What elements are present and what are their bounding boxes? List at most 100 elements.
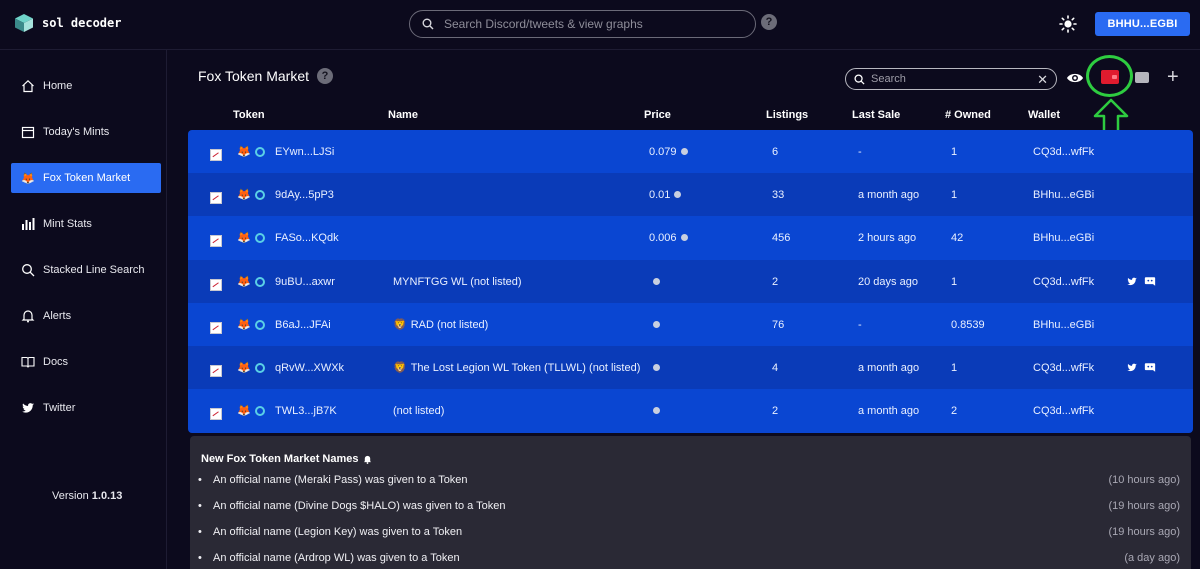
sidebar-item-label: Home bbox=[43, 80, 73, 92]
lion-icon: 🦁 bbox=[393, 319, 407, 331]
discord-icon[interactable] bbox=[1144, 362, 1156, 373]
token-table: 🦊 EYwn...LJSi 0.079 6 - 1 CQ3d...wfFk 🦊 … bbox=[188, 130, 1193, 433]
sidebar-item-label: Stacked Line Search bbox=[43, 264, 145, 276]
token-name-text: The Lost Legion WL Token (TLLWL) (not li… bbox=[410, 361, 641, 374]
sol-icon bbox=[680, 148, 688, 155]
token-wallet[interactable]: CQ3d...wfFk bbox=[1033, 260, 1094, 303]
bell-icon[interactable] bbox=[363, 454, 372, 464]
twitter-icon[interactable] bbox=[1126, 362, 1138, 373]
table-row[interactable]: 🦊 FASo...KQdk 0.006 456 2 hours ago 42 B… bbox=[188, 216, 1193, 259]
news-time: (19 hours ago) bbox=[1108, 500, 1180, 512]
token-owned: 42 bbox=[951, 231, 964, 244]
news-text: An official name (Ardrop WL) was given t… bbox=[213, 552, 460, 564]
token-last-sale: 2 hours ago bbox=[858, 231, 917, 244]
search-icon bbox=[422, 18, 434, 30]
table-header: Token Name Price Listings Last Sale # Ow… bbox=[188, 109, 1193, 125]
help-icon[interactable]: ? bbox=[317, 68, 334, 84]
token-price bbox=[649, 346, 660, 389]
panel-title: New Fox Token Market Names bbox=[201, 453, 372, 465]
sidebar-item-alerts[interactable]: Alerts bbox=[11, 301, 161, 331]
market-search-input[interactable] bbox=[871, 73, 1031, 85]
table-row[interactable]: 🦊 TWL3...jB7K (not listed) 2 a month ago… bbox=[188, 389, 1193, 432]
wallet-button[interactable]: BHHU...EGBI bbox=[1095, 12, 1190, 36]
list-item: • An official name (Meraki Pass) was giv… bbox=[198, 474, 1180, 488]
token-name: 🦁 The Lost Legion WL Token (TLLWL) (not l… bbox=[393, 346, 640, 389]
column-header-name[interactable]: Name bbox=[388, 109, 418, 121]
token-wallet[interactable]: CQ3d...wfFk bbox=[1033, 389, 1094, 432]
token-wallet[interactable]: BHhu...eGBi bbox=[1033, 216, 1094, 259]
token-wallet[interactable]: CQ3d...wfFk bbox=[1033, 346, 1094, 389]
global-search-input[interactable] bbox=[444, 17, 744, 31]
lion-icon: 🦁 bbox=[393, 362, 407, 374]
wallet-icon[interactable] bbox=[1101, 70, 1119, 84]
token-address[interactable]: qRvW...XWXk bbox=[275, 346, 344, 389]
theme-toggle-sun-icon[interactable] bbox=[1059, 15, 1077, 33]
table-row[interactable]: 🦊 9dAy...5pP3 0.01 33 a month ago 1 BHhu… bbox=[188, 173, 1193, 216]
sol-icon bbox=[653, 321, 660, 328]
news-time: (10 hours ago) bbox=[1108, 474, 1180, 486]
sidebar: Home Today's Mints 🦊 Fox Token Market Mi… bbox=[0, 50, 167, 569]
discord-icon[interactable] bbox=[1144, 276, 1156, 287]
token-address[interactable]: 9dAy...5pP3 bbox=[275, 173, 334, 216]
new-names-panel: New Fox Token Market Names • An official… bbox=[190, 436, 1191, 569]
token-wallet[interactable]: BHhu...eGBi bbox=[1033, 303, 1094, 346]
broken-image-icon bbox=[210, 364, 222, 377]
sidebar-item-home[interactable]: Home bbox=[11, 71, 161, 101]
price-value: 0.006 bbox=[649, 231, 677, 244]
clear-search-icon[interactable]: ✕ bbox=[1037, 72, 1048, 88]
eye-icon[interactable] bbox=[1066, 71, 1084, 85]
sidebar-item-mint-stats[interactable]: Mint Stats bbox=[11, 209, 161, 239]
book-icon bbox=[21, 356, 35, 368]
token-price bbox=[649, 260, 660, 303]
version-label: Version 1.0.13 bbox=[52, 490, 122, 502]
market-search[interactable]: ✕ bbox=[845, 68, 1057, 90]
twitter-icon[interactable] bbox=[1126, 276, 1138, 287]
bar-chart-icon bbox=[22, 218, 35, 230]
token-listings: 2 bbox=[772, 404, 779, 417]
sidebar-item-todays-mints[interactable]: Today's Mints bbox=[11, 117, 161, 147]
social-links bbox=[1126, 346, 1156, 389]
column-header-wallet[interactable]: Wallet bbox=[1028, 109, 1060, 121]
add-icon[interactable]: + bbox=[1167, 66, 1179, 89]
help-icon[interactable]: ? bbox=[761, 14, 777, 30]
token-address[interactable]: FASo...KQdk bbox=[275, 216, 339, 259]
app-logo[interactable]: sol decoder bbox=[14, 13, 121, 33]
column-header-last-sale[interactable]: Last Sale bbox=[852, 109, 900, 121]
column-header-owned[interactable]: # Owned bbox=[945, 109, 991, 121]
column-header-price[interactable]: Price bbox=[644, 109, 671, 121]
sidebar-item-label: Twitter bbox=[43, 402, 76, 414]
token-address[interactable]: B6aJ...JFAi bbox=[275, 303, 331, 346]
table-row[interactable]: 🦊 EYwn...LJSi 0.079 6 - 1 CQ3d...wfFk bbox=[188, 130, 1193, 173]
token-wallet[interactable]: BHhu...eGBi bbox=[1033, 173, 1094, 216]
token-image bbox=[210, 260, 222, 303]
sidebar-item-docs[interactable]: Docs bbox=[11, 347, 161, 377]
token-last-sale: - bbox=[858, 145, 862, 158]
token-wallet[interactable]: CQ3d...wfFk bbox=[1033, 130, 1094, 173]
sidebar-item-twitter[interactable]: Twitter bbox=[11, 393, 161, 423]
token-price: 0.006 bbox=[649, 216, 688, 259]
token-address[interactable]: EYwn...LJSi bbox=[275, 130, 334, 173]
token-listings: 456 bbox=[772, 231, 791, 244]
sidebar-item-stacked-line-search[interactable]: Stacked Line Search bbox=[11, 255, 161, 285]
table-row[interactable]: 🦊 B6aJ...JFAi 🦁 RAD (not listed) 76 - 0.8… bbox=[188, 303, 1193, 346]
token-image bbox=[210, 389, 222, 432]
global-search[interactable] bbox=[409, 10, 756, 38]
sidebar-item-fox-token-market[interactable]: 🦊 Fox Token Market bbox=[11, 163, 161, 193]
news-time: (19 hours ago) bbox=[1108, 526, 1180, 538]
token-listings: 76 bbox=[772, 318, 785, 331]
token-price: 0.01 bbox=[649, 173, 682, 216]
briefcase-icon[interactable] bbox=[1135, 72, 1149, 83]
table-row[interactable]: 🦊 9uBU...axwr MYNFTGG WL (not listed) 2 … bbox=[188, 260, 1193, 303]
broken-image-icon bbox=[210, 234, 222, 247]
sol-icon bbox=[674, 191, 682, 198]
token-name: 🦁 RAD (not listed) bbox=[393, 303, 488, 346]
column-header-listings[interactable]: Listings bbox=[766, 109, 808, 121]
token-address[interactable]: TWL3...jB7K bbox=[275, 389, 337, 432]
token-address[interactable]: 9uBU...axwr bbox=[275, 260, 335, 303]
table-row[interactable]: 🦊 qRvW...XWXk 🦁 The Lost Legion WL Token … bbox=[188, 346, 1193, 389]
column-header-token[interactable]: Token bbox=[233, 109, 265, 121]
token-last-sale: a month ago bbox=[858, 404, 920, 417]
top-bar: sol decoder ? BHHU...EGBI bbox=[0, 0, 1200, 50]
broken-image-icon bbox=[210, 191, 222, 204]
bullet: • bbox=[198, 500, 202, 512]
